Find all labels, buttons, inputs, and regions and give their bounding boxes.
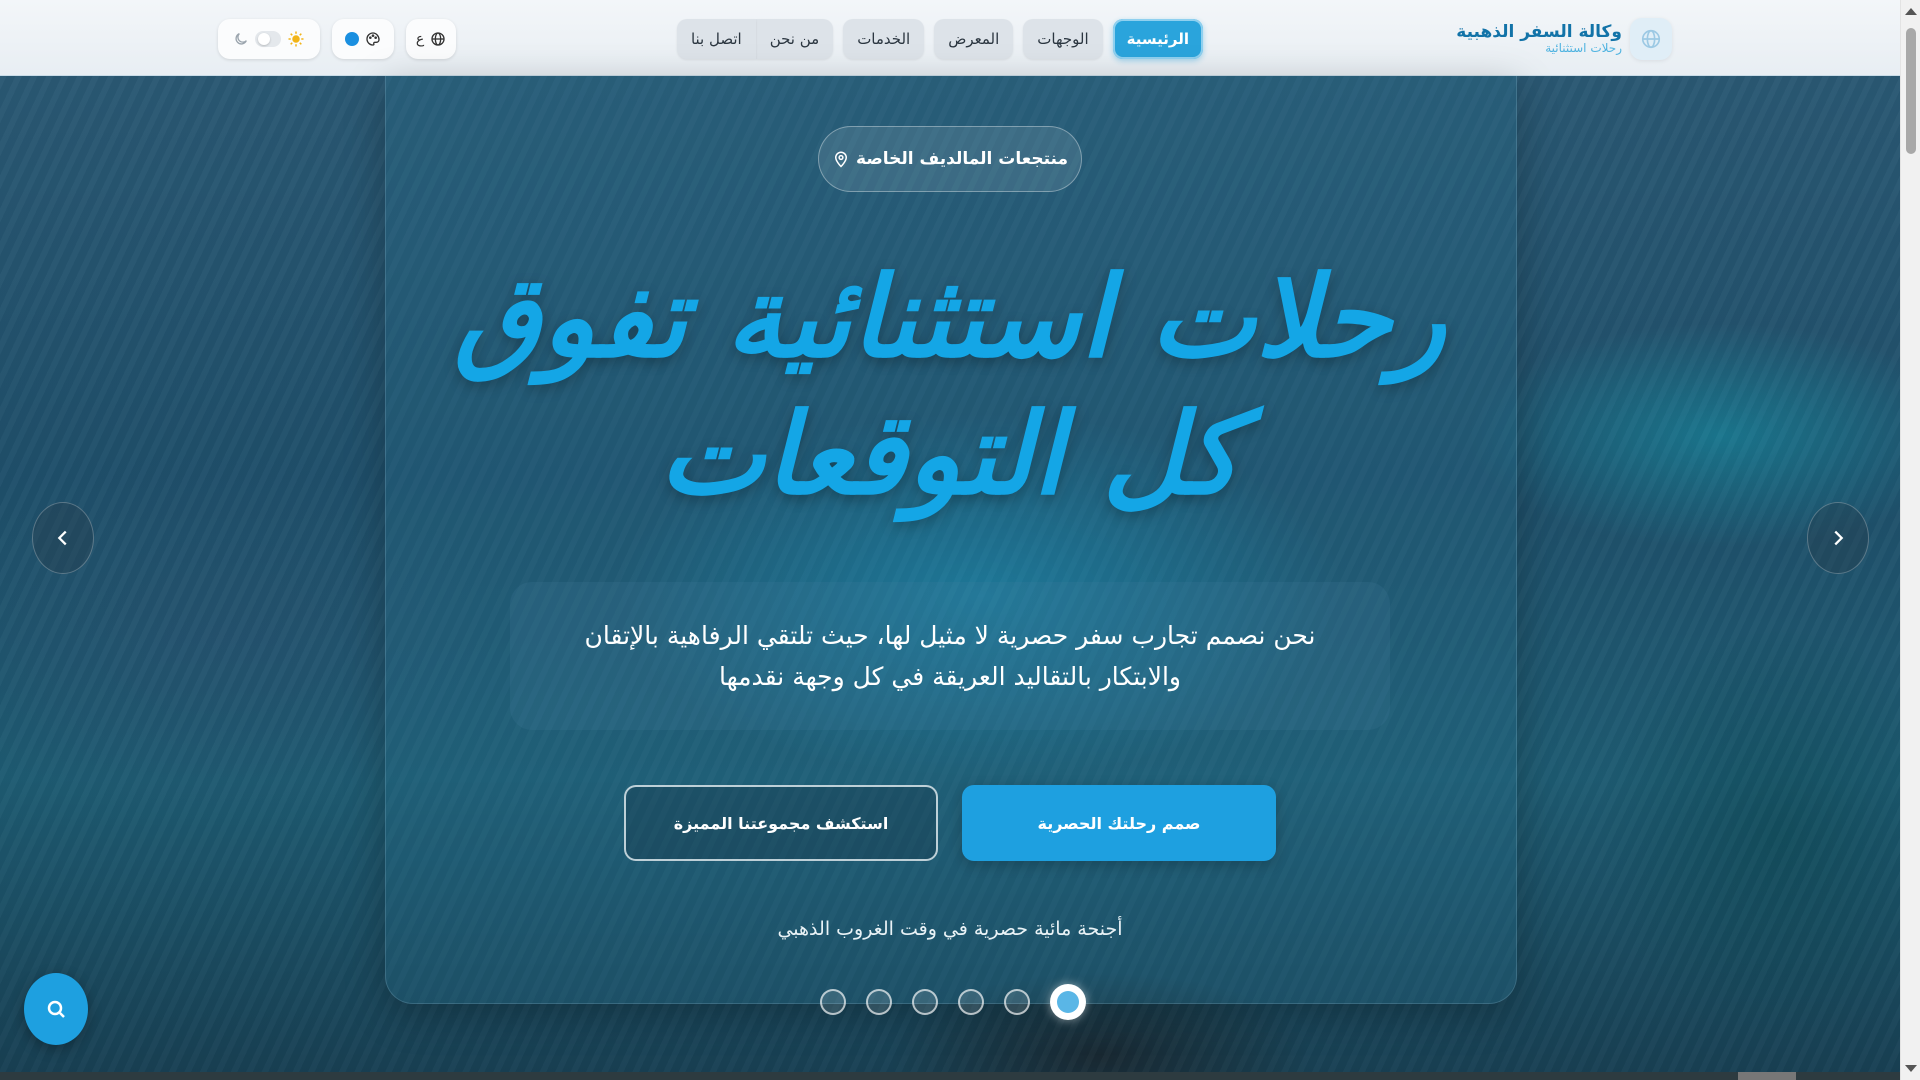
hero-description: نحن نصمم تجارب سفر حصرية لا مثيل لها، حي… [584, 620, 1316, 691]
tab-gallery[interactable]: المعرض [934, 19, 1014, 59]
top-navbar: وكالة السفر الذهبية رحلات استثنائية الرئ… [0, 0, 1900, 76]
tab-about[interactable]: من نحن [755, 19, 834, 59]
horizontal-scroll-thumb[interactable] [1738, 1072, 1796, 1080]
location-label: منتجعات المالديف الخاصة [856, 149, 1068, 169]
slide-dot[interactable] [912, 989, 938, 1015]
theme-switch[interactable] [255, 31, 281, 47]
location-badge: منتجعات المالديف الخاصة [818, 126, 1082, 192]
scroll-down-icon[interactable] [1905, 1065, 1917, 1072]
main-nav: الرئيسية الوجهات المعرض الخدمات من نحن ا… [676, 19, 1203, 59]
tab-home[interactable]: الرئيسية [1112, 19, 1203, 59]
slide-dot-active[interactable] [1050, 984, 1086, 1020]
color-palette-button[interactable] [332, 19, 394, 59]
slide-dot[interactable] [820, 989, 846, 1015]
brand[interactable]: وكالة السفر الذهبية رحلات استثنائية [1456, 16, 1672, 62]
brand-subtitle: رحلات استثنائية [1545, 40, 1622, 55]
brand-title: وكالة السفر الذهبية [1456, 22, 1622, 43]
next-slide-button[interactable] [1807, 502, 1869, 574]
explore-collection-button[interactable]: استكشف مجموعتنا المميزة [624, 785, 938, 861]
slide-indicators [820, 984, 1086, 1020]
slide-dot[interactable] [1004, 989, 1030, 1015]
slide-dot[interactable] [958, 989, 984, 1015]
vertical-scrollbar[interactable] [1900, 0, 1920, 1080]
search-button[interactable] [24, 973, 88, 1045]
hero-headline: رحلات استثنائية تفوق كل التوقعات [454, 253, 1446, 520]
slide-caption: أجنحة مائية حصرية في وقت الغروب الذهبي [777, 918, 1123, 940]
theme-toggle[interactable] [218, 19, 320, 59]
tab-services[interactable]: الخدمات [843, 19, 925, 59]
design-trip-button[interactable]: صمم رحلتك الحصرية [962, 785, 1276, 861]
palette-icon [365, 31, 381, 47]
tab-destinations[interactable]: الوجهات [1023, 19, 1103, 59]
globe-icon [1630, 18, 1672, 60]
scroll-up-icon[interactable] [1905, 8, 1917, 15]
active-color-swatch [345, 32, 359, 46]
moon-icon [233, 31, 249, 47]
scroll-thumb[interactable] [1906, 28, 1916, 154]
map-pin-icon [832, 149, 850, 169]
sun-icon [287, 30, 305, 48]
chevron-right-icon [1827, 527, 1849, 549]
language-button[interactable]: ع [406, 19, 456, 59]
previous-slide-button[interactable] [32, 502, 94, 574]
header-controls: ع [218, 19, 456, 59]
horizontal-scrollbar[interactable] [0, 1072, 1900, 1080]
chevron-left-icon [52, 527, 74, 549]
tab-contact[interactable]: اتصل بنا [676, 19, 756, 59]
slide-dot[interactable] [866, 989, 892, 1015]
globe-icon [430, 31, 446, 47]
hero-card [385, 76, 1517, 1004]
search-icon [44, 997, 68, 1021]
language-label: ع [415, 31, 425, 47]
hero-description-box: نحن نصمم تجارب سفر حصرية لا مثيل لها، حي… [510, 582, 1390, 730]
